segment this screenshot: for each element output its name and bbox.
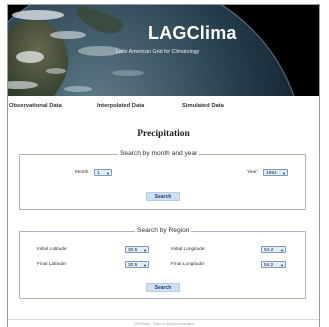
initial-latitude-select[interactable]: 30.5 ▼: [125, 246, 149, 253]
final-longitude-select[interactable]: 54.2 ▼: [261, 261, 286, 268]
page-title: Precipitation: [137, 129, 190, 139]
initial-longitude-value: 54.2: [264, 248, 274, 253]
initial-longitude-select[interactable]: 54.2 ▼: [261, 246, 286, 253]
final-latitude-label: Final Latitude:: [37, 262, 68, 267]
chevron-down-icon: ▼: [280, 248, 284, 253]
nav-item-simulated-data[interactable]: Simulated Data: [182, 103, 224, 109]
page-container: LAGClima Latin American Grid for Climato…: [7, 4, 320, 327]
chevron-down-icon: ▼: [106, 171, 110, 176]
main-nav: Observational Data Interpolated Data Sim…: [8, 103, 319, 117]
month-select[interactable]: 1 ▼: [94, 169, 112, 176]
month-label: Month:: [75, 170, 90, 175]
initial-latitude-label: Initial Latitude:: [37, 247, 68, 252]
chevron-down-icon: ▼: [143, 263, 147, 268]
search-by-date-button[interactable]: Search: [146, 192, 180, 201]
initial-longitude-label: Initial Longitude:: [171, 247, 206, 252]
chevron-down-icon: ▼: [282, 171, 286, 176]
month-select-value: 1: [97, 171, 100, 176]
search-by-region-button[interactable]: Search: [146, 283, 180, 292]
site-title: LAGClima: [148, 23, 237, 43]
region-legend: Search by Region: [135, 227, 192, 234]
site-subtitle: Latin American Grid for Climatology: [116, 49, 200, 55]
header-banner: LAGClima Latin American Grid for Climato…: [8, 5, 319, 96]
final-latitude-value: 30.5: [128, 263, 138, 268]
final-longitude-label: Final Longitude:: [171, 262, 206, 267]
region-fieldset: Search by Region Initial Latitude: 30.5 …: [19, 227, 306, 299]
chevron-down-icon: ▼: [143, 248, 147, 253]
nav-item-interpolated-data[interactable]: Interpolated Data: [97, 103, 144, 109]
month-year-legend: Search by month and year: [118, 150, 200, 157]
year-select[interactable]: 1991 ▼: [263, 169, 288, 176]
year-select-value: 1991: [266, 171, 277, 176]
initial-latitude-value: 30.5: [128, 248, 138, 253]
year-label: Year:: [247, 170, 259, 175]
final-longitude-value: 54.2: [264, 263, 274, 268]
chevron-down-icon: ▼: [280, 263, 284, 268]
final-latitude-select[interactable]: 30.5 ▼: [125, 261, 149, 268]
month-year-fieldset: Search by month and year Month: 1 ▼ Year…: [19, 150, 306, 210]
footer-text: LAGClima · Todos os direitos reservados: [133, 322, 194, 326]
nav-item-observational-data[interactable]: Observational Data: [9, 103, 62, 109]
footer-divider: [8, 319, 319, 320]
